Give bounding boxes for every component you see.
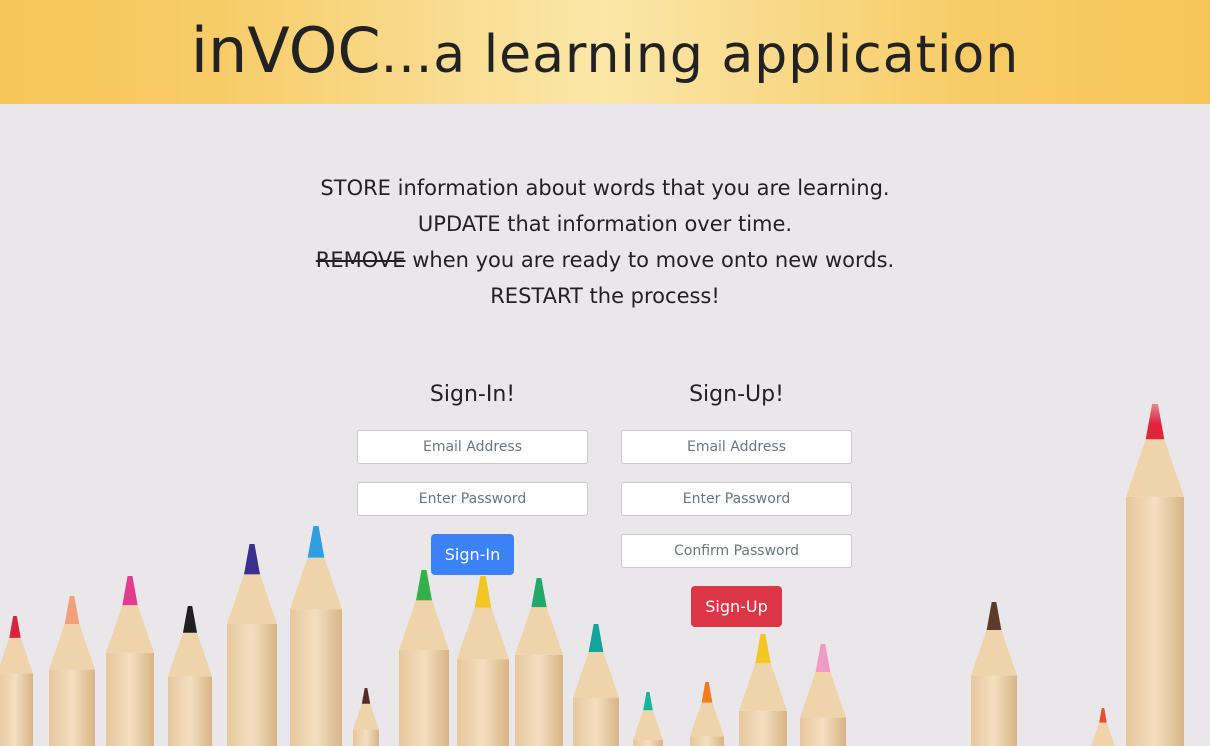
pencil-body [633,740,663,746]
pencil-body [399,650,449,746]
intro-text: STORE information about words that you a… [0,170,1210,314]
intro-line-store: STORE information about words that you a… [0,170,1210,206]
app-title: inVOC...a learning application [191,14,1019,87]
pencil-body [49,669,95,746]
keyword-restart: RESTART [490,284,583,308]
app-tagline: ...a learning application [380,24,1020,85]
signup-password-input[interactable] [621,482,852,516]
pencil-body [690,736,724,746]
intro-line-remove: REMOVE when you are ready to move onto n… [0,242,1210,278]
intro-line-update: UPDATE that information over time. [0,206,1210,242]
app-header: inVOC...a learning application [0,0,1210,104]
keyword-remove: REMOVE [315,248,406,272]
background-fade [0,384,1210,424]
signin-form: Sign-In! Sign-In [357,378,588,575]
intro-line-restart: RESTART the process! [0,278,1210,314]
signup-button[interactable]: Sign-Up [691,586,782,627]
signup-email-input[interactable] [621,430,852,464]
intro-line-remove-text: when you are ready to move onto new word… [405,248,895,272]
pencil-body [739,710,787,746]
app-brand: inVOC [190,13,381,87]
signin-heading: Sign-In! [429,382,516,407]
pencil-body [106,652,154,746]
pencil-body [971,675,1017,746]
intro-line-restart-text: the process! [582,284,720,308]
pencil-body [457,659,509,746]
pencil-body [800,717,846,746]
pencil-body [290,609,342,746]
pencil-body [168,676,212,746]
signin-button[interactable]: Sign-In [430,534,515,575]
signup-confirm-password-input[interactable] [621,534,852,568]
signin-password-input[interactable] [357,482,588,516]
pencil-body [353,729,379,746]
pencil-body [1126,496,1184,746]
pencil-body [0,673,33,746]
intro-line-store-text: information about words that you are lea… [390,176,890,200]
signup-form: Sign-Up! Sign-Up [621,378,852,627]
keyword-store: STORE [320,176,391,200]
pencil-body [573,697,619,746]
keyword-update: UPDATE [417,212,501,236]
signin-email-input[interactable] [357,430,588,464]
pencil-body [515,654,563,746]
intro-line-update-text: that information over time. [500,212,793,236]
pencil-body [227,624,277,746]
signup-heading: Sign-Up! [689,382,784,407]
